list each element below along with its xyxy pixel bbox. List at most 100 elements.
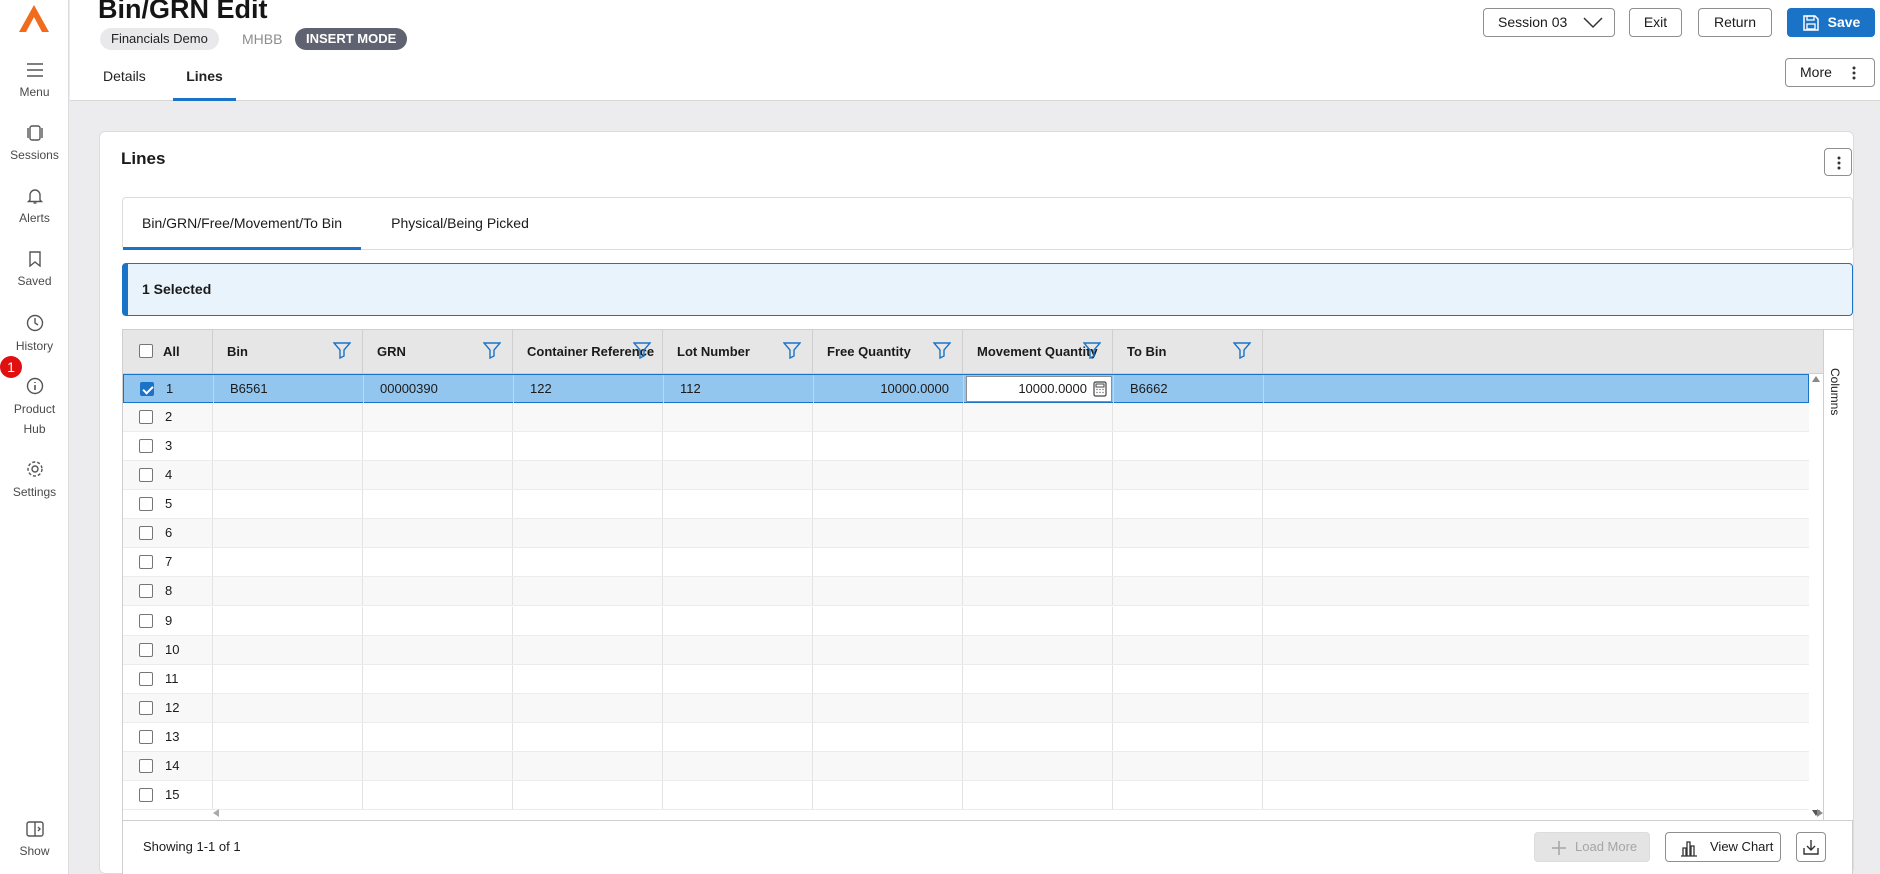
cell-movement[interactable] <box>963 664 1113 693</box>
table-row[interactable]: 3 <box>123 432 1809 462</box>
table-row[interactable]: 9 <box>123 606 1809 636</box>
columns-panel-toggle[interactable]: Columns <box>1823 330 1853 820</box>
cell-to-bin[interactable] <box>1113 548 1263 577</box>
cell-to-bin[interactable] <box>1113 461 1263 490</box>
rail-settings[interactable]: Settings <box>0 460 69 502</box>
cell-bin[interactable] <box>213 548 363 577</box>
cell-lot[interactable] <box>663 664 813 693</box>
export-button[interactable] <box>1796 832 1826 862</box>
subtab-bin-grn[interactable]: Bin/GRN/Free/Movement/To Bin <box>123 198 361 250</box>
table-row[interactable]: 4 <box>123 461 1809 491</box>
cell-lot[interactable] <box>663 577 813 606</box>
cell-lot[interactable] <box>663 722 813 751</box>
cell-free[interactable] <box>813 751 963 780</box>
filter-icon[interactable] <box>1233 341 1251 359</box>
tab-details[interactable]: Details <box>100 62 146 101</box>
view-chart-button[interactable]: View Chart <box>1665 832 1781 862</box>
cell-free[interactable] <box>813 635 963 664</box>
cell-movement[interactable] <box>963 722 1113 751</box>
cell-to-bin[interactable] <box>1113 635 1263 664</box>
cell-to-bin[interactable] <box>1113 693 1263 722</box>
select-all-checkbox[interactable] <box>139 344 153 358</box>
filter-icon[interactable] <box>333 341 351 359</box>
session-selector[interactable]: Session 03 <box>1483 8 1615 37</box>
cell-movement[interactable] <box>963 693 1113 722</box>
column-header[interactable]: Movement Quantity <box>963 330 1113 374</box>
cell-container[interactable] <box>513 490 663 519</box>
cell-lot[interactable] <box>663 606 813 635</box>
cell-movement[interactable] <box>963 519 1113 548</box>
cell-bin[interactable] <box>213 751 363 780</box>
table-row[interactable]: 11 <box>123 664 1809 694</box>
rail-history[interactable]: History <box>0 314 69 356</box>
cell-container[interactable] <box>513 664 663 693</box>
cell-grn[interactable] <box>363 461 513 490</box>
column-header[interactable]: Free Quantity <box>813 330 963 374</box>
cell-movement[interactable] <box>963 461 1113 490</box>
cell-free[interactable]: 10000.0000 <box>814 375 964 403</box>
cell-grn[interactable] <box>363 693 513 722</box>
column-header[interactable]: Lot Number <box>663 330 813 374</box>
table-row[interactable]: 6 <box>123 519 1809 549</box>
cell-container[interactable] <box>513 635 663 664</box>
cell-lot[interactable] <box>663 519 813 548</box>
table-row[interactable]: 1 B6561 00000390 122 112 10000.0000 10000.0000… <box>123 374 1809 403</box>
cell-movement[interactable] <box>963 548 1113 577</box>
table-row[interactable]: 10 <box>123 635 1809 665</box>
cell-container[interactable] <box>513 461 663 490</box>
cell-bin[interactable] <box>213 780 363 809</box>
cell-lot[interactable] <box>663 403 813 432</box>
cell-bin[interactable] <box>213 635 363 664</box>
cell-free[interactable] <box>813 432 963 461</box>
vertical-scrollbar[interactable] <box>1809 374 1823 820</box>
app-logo[interactable] <box>18 3 50 33</box>
rail-menu[interactable]: Menu <box>0 62 69 102</box>
cell-container[interactable] <box>513 519 663 548</box>
cell-to-bin[interactable] <box>1113 722 1263 751</box>
cell-bin[interactable] <box>213 577 363 606</box>
load-more-button[interactable]: Load More <box>1534 832 1650 862</box>
cell-lot[interactable] <box>663 548 813 577</box>
cell-to-bin[interactable] <box>1113 606 1263 635</box>
cell-container[interactable] <box>513 606 663 635</box>
cell-bin[interactable] <box>213 519 363 548</box>
cell-bin[interactable] <box>213 606 363 635</box>
cell-container[interactable] <box>513 432 663 461</box>
cell-lot[interactable] <box>663 461 813 490</box>
exit-button[interactable]: Exit <box>1629 8 1682 37</box>
cell-movement[interactable] <box>963 780 1113 809</box>
cell-to-bin[interactable] <box>1113 490 1263 519</box>
cell-free[interactable] <box>813 461 963 490</box>
cell-container[interactable] <box>513 722 663 751</box>
column-header[interactable]: Bin <box>213 330 363 374</box>
table-row[interactable]: 8 <box>123 577 1809 607</box>
cell-container[interactable] <box>513 548 663 577</box>
cell-container[interactable] <box>513 780 663 809</box>
cell-movement[interactable] <box>963 490 1113 519</box>
cell-grn[interactable] <box>363 664 513 693</box>
cell-free[interactable] <box>813 577 963 606</box>
cell-bin[interactable] <box>213 722 363 751</box>
cell-free[interactable] <box>813 722 963 751</box>
cell-free[interactable] <box>813 780 963 809</box>
cell-to-bin[interactable] <box>1113 403 1263 432</box>
calculator-icon[interactable] <box>1093 381 1107 397</box>
cell-grn[interactable] <box>363 490 513 519</box>
cell-to-bin[interactable] <box>1113 664 1263 693</box>
cell-grn[interactable] <box>363 635 513 664</box>
cell-to-bin[interactable] <box>1113 519 1263 548</box>
cell-bin[interactable]: B6561 <box>214 375 364 403</box>
cell-container[interactable] <box>513 403 663 432</box>
tab-lines[interactable]: Lines <box>173 62 236 101</box>
filter-icon[interactable] <box>633 341 651 359</box>
cell-free[interactable] <box>813 519 963 548</box>
rail-saved[interactable]: Saved <box>0 251 69 291</box>
cell-movement[interactable] <box>963 606 1113 635</box>
cell-bin[interactable] <box>213 693 363 722</box>
cell-free[interactable] <box>813 548 963 577</box>
save-button[interactable]: Save <box>1787 8 1875 37</box>
cell-grn[interactable] <box>363 751 513 780</box>
cell-grn[interactable] <box>363 432 513 461</box>
table-row[interactable]: 12 <box>123 693 1809 723</box>
cell-movement[interactable] <box>963 403 1113 432</box>
